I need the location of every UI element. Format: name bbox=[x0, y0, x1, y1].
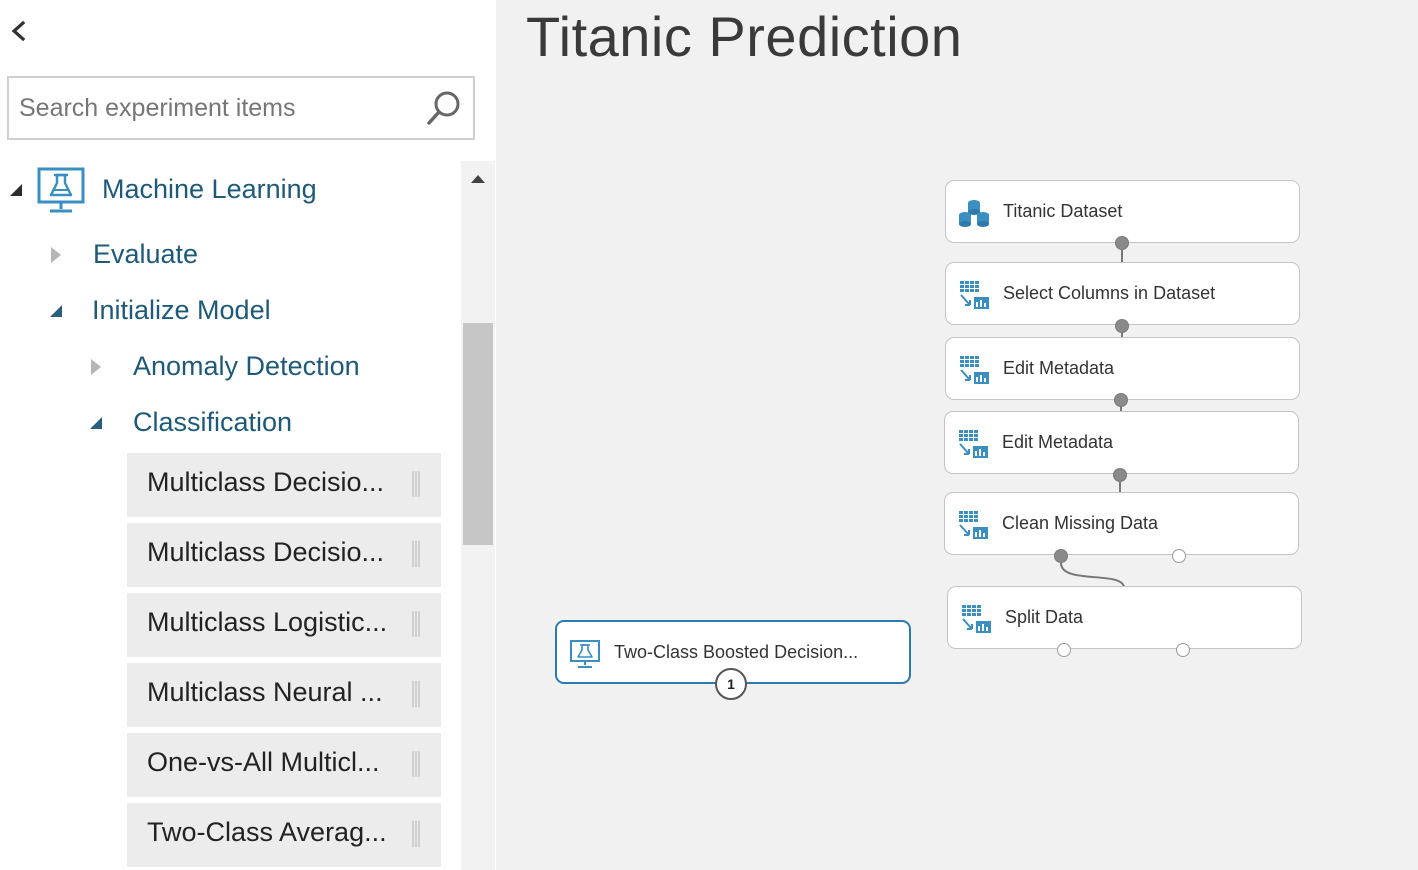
node-split-data[interactable]: Split Data bbox=[947, 586, 1302, 649]
table-transform-icon bbox=[960, 281, 989, 309]
drag-grip-icon[interactable] bbox=[411, 681, 421, 707]
expanded-triangle-icon bbox=[90, 417, 102, 429]
drag-grip-icon[interactable] bbox=[411, 751, 421, 777]
tree-label-anomaly-detection: Anomaly Detection bbox=[133, 351, 360, 381]
module-item[interactable]: Two-Class Averag... bbox=[127, 803, 441, 867]
table-transform-icon bbox=[960, 356, 989, 384]
drag-grip-icon[interactable] bbox=[411, 821, 421, 847]
collapsed-triangle-icon bbox=[91, 359, 101, 375]
module-item[interactable]: Multiclass Decisio... bbox=[127, 523, 441, 587]
module-item-label: Multiclass Decisio... bbox=[147, 537, 385, 567]
table-transform-icon bbox=[959, 430, 988, 458]
module-item[interactable]: Multiclass Logistic... bbox=[127, 593, 441, 657]
table-transform-icon bbox=[959, 511, 988, 539]
experiment-canvas[interactable]: Titanic Prediction Titanic Dataset Selec… bbox=[496, 0, 1418, 870]
node-output-badge[interactable]: 1 bbox=[715, 668, 747, 700]
tree-label-machine-learning: Machine Learning bbox=[102, 174, 317, 204]
output-port[interactable] bbox=[1113, 468, 1127, 482]
drag-grip-icon[interactable] bbox=[411, 471, 421, 497]
tree-label-evaluate: Evaluate bbox=[93, 239, 199, 269]
node-label: Titanic Dataset bbox=[1003, 201, 1123, 221]
node-label: Edit Metadata bbox=[1003, 358, 1115, 378]
drag-grip-icon[interactable] bbox=[411, 611, 421, 637]
module-item-label: Two-Class Averag... bbox=[147, 817, 387, 847]
collapsed-triangle-icon bbox=[51, 247, 61, 263]
tree-label-classification: Classification bbox=[133, 407, 293, 437]
flask-monitor-icon bbox=[37, 167, 85, 213]
tree-label-initialize-model: Initialize Model bbox=[92, 295, 271, 325]
chevron-left-icon bbox=[11, 20, 26, 42]
search-icon[interactable] bbox=[423, 87, 465, 129]
module-palette: Machine Learning Evaluate Initialize Mod… bbox=[0, 0, 496, 870]
node-label: Split Data bbox=[1005, 607, 1084, 627]
module-item-label: Multiclass Decisio... bbox=[147, 467, 385, 497]
output-port[interactable] bbox=[1114, 393, 1128, 407]
output-port[interactable] bbox=[1172, 549, 1186, 563]
flask-monitor-icon bbox=[570, 640, 600, 668]
node-select-columns[interactable]: Select Columns in Dataset bbox=[945, 262, 1300, 325]
search-experiment-items bbox=[7, 76, 475, 140]
output-port[interactable] bbox=[1115, 236, 1129, 250]
scroll-up-arrow-icon bbox=[471, 175, 485, 183]
node-label: Edit Metadata bbox=[1002, 432, 1114, 452]
expanded-triangle-icon bbox=[50, 305, 62, 317]
module-item[interactable]: Multiclass Decisio... bbox=[127, 453, 441, 517]
node-label: Clean Missing Data bbox=[1002, 513, 1159, 533]
drag-grip-icon[interactable] bbox=[411, 541, 421, 567]
module-item-label: Multiclass Neural ... bbox=[147, 677, 383, 707]
output-port[interactable] bbox=[1115, 319, 1129, 333]
expanded-triangle-icon bbox=[10, 184, 22, 196]
scroll-up-button[interactable] bbox=[461, 168, 495, 188]
table-transform-icon bbox=[962, 605, 991, 633]
search-input[interactable] bbox=[19, 88, 419, 128]
node-label: Two-Class Boosted Decision... bbox=[614, 642, 859, 662]
module-item[interactable]: One-vs-All Multicl... bbox=[127, 733, 441, 797]
node-clean-missing-data[interactable]: Clean Missing Data bbox=[944, 492, 1299, 555]
module-item-label: One-vs-All Multicl... bbox=[147, 747, 380, 777]
experiment-title[interactable]: Titanic Prediction bbox=[526, 4, 962, 69]
node-titanic-dataset[interactable]: Titanic Dataset bbox=[945, 180, 1300, 243]
collapse-palette-button[interactable] bbox=[6, 18, 30, 44]
palette-scrollbar-thumb[interactable] bbox=[463, 323, 493, 545]
output-port[interactable] bbox=[1057, 643, 1071, 657]
output-port[interactable] bbox=[1176, 643, 1190, 657]
output-port[interactable] bbox=[1054, 549, 1068, 563]
node-label: Select Columns in Dataset bbox=[1003, 283, 1216, 303]
module-item-label: Multiclass Logistic... bbox=[147, 607, 388, 637]
database-icon bbox=[959, 200, 989, 227]
module-item[interactable]: Multiclass Neural ... bbox=[127, 663, 441, 727]
node-edit-metadata[interactable]: Edit Metadata bbox=[944, 411, 1299, 474]
node-edit-metadata[interactable]: Edit Metadata bbox=[945, 337, 1300, 400]
